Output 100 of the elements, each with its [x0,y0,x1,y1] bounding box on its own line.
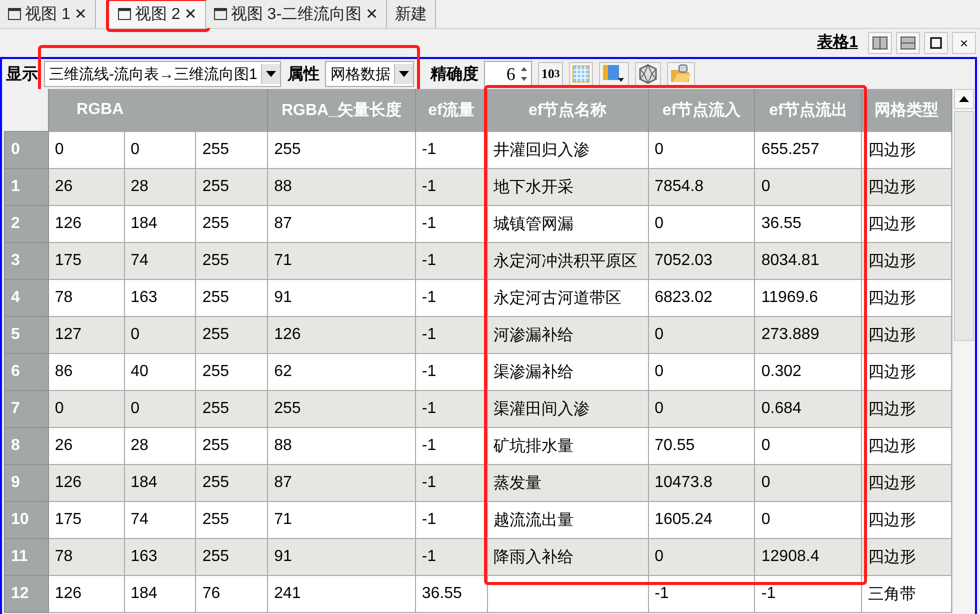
table-cell: 126 [48,576,124,612]
window-icon [8,8,21,20]
table-cell: 175 [48,502,124,538]
view-tab[interactable]: 视图 2 ✕ [110,0,206,28]
close-icon[interactable]: ✕ [366,5,378,23]
table-cell: 126 [48,464,124,502]
scrollbar[interactable] [952,89,975,613]
table-cell: 26 [48,168,124,206]
table-cell: 184 [124,206,196,242]
column-menu-button[interactable] [598,62,629,86]
columns-icon [602,64,626,84]
table-cell: 0 [124,390,196,428]
table-cell: 四边形 [862,280,952,316]
table-cell: 28 [124,168,196,206]
table-cell: 0 [48,132,124,168]
table-cell: 655.257 [754,132,862,168]
table-cell: -1 [415,280,488,316]
table-cell: 255 [196,502,268,538]
open-folder-button[interactable] [666,62,695,86]
table-cell: 26 [48,428,124,464]
close-icon[interactable]: ✕ [184,5,197,23]
scroll-up-button[interactable] [954,89,974,109]
attribute-dropdown[interactable]: 网格数据 [325,61,414,87]
view-tab[interactable]: 视图 3-二维流向图 ✕ [206,0,388,28]
new-tab[interactable]: 新建 [387,0,436,28]
table-cell: 0 [648,132,755,168]
table-cell: -1 [415,354,488,390]
table-cell: -1 [415,390,488,428]
polyhedron-button[interactable] [634,62,661,86]
table-cell: 255 [196,206,268,242]
close-icon[interactable]: ✕ [74,5,87,23]
table-cell: -1 [415,464,488,502]
row-number: 1 [4,168,48,206]
table-cell: 87 [268,206,416,242]
table-cell: 91 [268,280,416,316]
table-cell: 76 [196,576,268,612]
table-cell: 273.889 [754,316,862,354]
table-cell: 255 [196,464,268,502]
table-cell: -1 [415,538,488,576]
table-cell: -1 [415,502,488,538]
view-tab[interactable]: 视图 1 ✕ [0,0,96,28]
table-cell: 78 [48,538,124,576]
table-cell: -1 [415,168,488,206]
table-cell: 126 [48,206,124,242]
table-cell: 城镇管网漏 [487,206,648,242]
table-cell: 78 [48,280,124,316]
table-cell: -1 [415,242,488,280]
table-cell: 四边形 [862,168,952,206]
table-cell: 88 [268,428,416,464]
table-cell: 255 [268,390,416,428]
table-cell: 126 [268,316,416,354]
table-cell: 255 [268,132,416,168]
row-number: 4 [4,280,48,316]
table-cell: 255 [196,242,268,280]
table-cell: 渠渗漏补给 [487,354,648,390]
table-cell: 永定河冲洪积平原区 [487,242,648,280]
table-cell: 7052.03 [648,242,755,280]
table-cell: 0 [648,538,755,576]
table-cell: 71 [268,242,416,280]
row-number: 5 [4,316,48,354]
row-number: 11 [4,538,48,576]
table-cell: 0 [648,390,755,428]
scroll-thumb[interactable] [954,111,974,341]
table-cell: 四边形 [862,390,952,428]
display-dropdown[interactable]: 三维流线-流向表→三维流向图1 [44,61,282,87]
table-cell: 6823.02 [648,280,755,316]
table-cell: 四边形 [862,132,952,168]
table-cell: 10473.8 [648,464,755,502]
close-button[interactable]: × [952,32,976,54]
table-cell: 四边形 [862,316,952,354]
table-cell: 87 [268,464,416,502]
table-cell: 降雨入补给 [487,538,648,576]
row-number: 7 [4,390,48,428]
table-cell: -1 [415,428,488,464]
maximize-button[interactable] [924,32,948,54]
split-vertical-button[interactable] [868,32,892,54]
table-cell: 四边形 [862,502,952,538]
table-cell: 36.55 [415,576,488,612]
precision-spinbox[interactable]: 6 [484,61,532,87]
table-cell: -1 [415,316,488,354]
table-cell: 163 [124,538,196,576]
table-cell: 0 [124,316,196,354]
table-button[interactable] [568,62,593,86]
table-cell: 255 [196,390,268,428]
split-horizontal-icon [900,36,916,50]
table-cell: 74 [124,242,196,280]
folder-icon [670,64,692,84]
split-horizontal-button[interactable] [896,32,920,54]
table-cell: 地下水开采 [487,168,648,206]
table-cell: 88 [268,168,416,206]
table-cell: 175 [48,242,124,280]
table-cell: -1 [415,206,488,242]
table-cell: 0 [48,390,124,428]
table-cell: 蒸发量 [487,464,648,502]
table-cell: 74 [124,502,196,538]
table-cell: 河渗漏补给 [487,316,648,354]
table-cell: 四边形 [862,206,952,242]
table-cell: 0.302 [754,354,862,390]
table-cell: 71 [268,502,416,538]
grid-icon [572,65,590,83]
